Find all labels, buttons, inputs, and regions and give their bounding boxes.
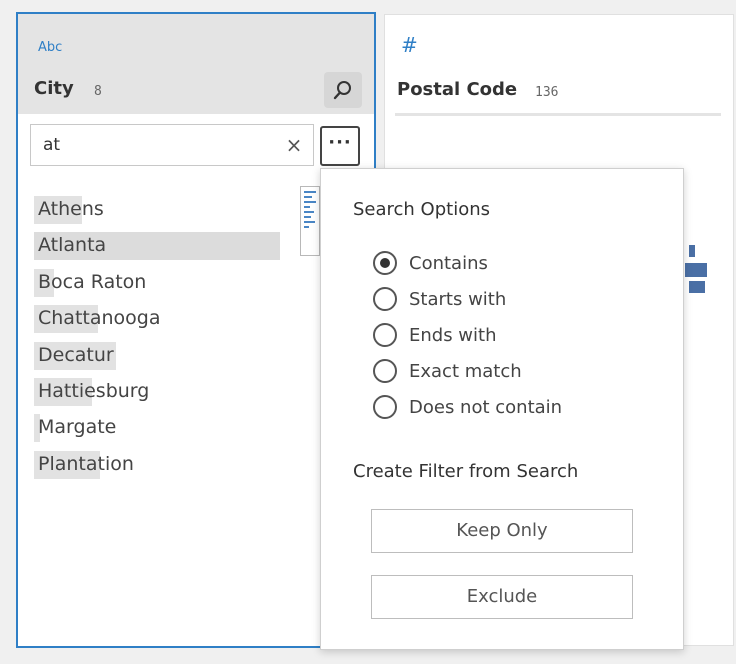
search-icon [333,81,351,100]
radio-icon[interactable] [373,323,397,347]
exclude-button[interactable]: Exclude [371,575,633,619]
city-value-count: 8 [94,84,102,99]
postal-field-name: Postal Code [397,79,518,100]
list-item[interactable]: Chattanooga [34,299,284,335]
search-input-value: at [43,135,61,155]
list-item[interactable]: Decatur [34,336,284,372]
search-button[interactable] [324,72,362,108]
search-options-button[interactable]: ··· [320,126,360,166]
histogram-bar[interactable] [685,263,707,277]
keep-only-button[interactable]: Keep Only [371,509,633,553]
postal-value-count: 136 [535,85,559,100]
create-filter-title: Create Filter from Search [353,461,579,482]
value-list: Athens Atlanta Boca Raton Chattanooga De… [34,190,284,481]
radio-icon[interactable] [373,359,397,383]
list-item[interactable]: Plantation [34,445,284,481]
radio-starts-with[interactable]: Starts with [373,285,633,315]
radio-icon[interactable] [373,287,397,311]
list-item[interactable]: Atlanta [34,226,284,262]
search-input[interactable]: at × [30,124,314,166]
radio-does-not-contain[interactable]: Does not contain [373,393,633,423]
list-item[interactable]: Hattiesburg [34,372,284,408]
string-type-icon: Abc [38,40,63,55]
divider [395,113,721,116]
search-options-popup: Search Options Contains Starts with Ends… [320,168,684,650]
list-item[interactable]: Boca Raton [34,263,284,299]
city-card-header: Abc City 8 [18,14,374,114]
list-item[interactable]: Margate [34,408,284,444]
radio-exact-match[interactable]: Exact match [373,357,633,387]
radio-contains[interactable]: Contains [373,249,633,279]
radio-icon[interactable] [373,395,397,419]
radio-selected-icon[interactable] [373,251,397,275]
number-type-icon: # [401,33,418,57]
radio-ends-with[interactable]: Ends with [373,321,633,351]
list-item[interactable]: Athens [34,190,284,226]
histogram-bar[interactable] [689,245,695,257]
search-options-title: Search Options [353,199,491,220]
city-field-name: City [34,78,74,99]
clear-search-icon[interactable]: × [281,131,307,159]
value-list-minimap[interactable] [300,186,320,256]
histogram-bar[interactable] [689,281,705,293]
